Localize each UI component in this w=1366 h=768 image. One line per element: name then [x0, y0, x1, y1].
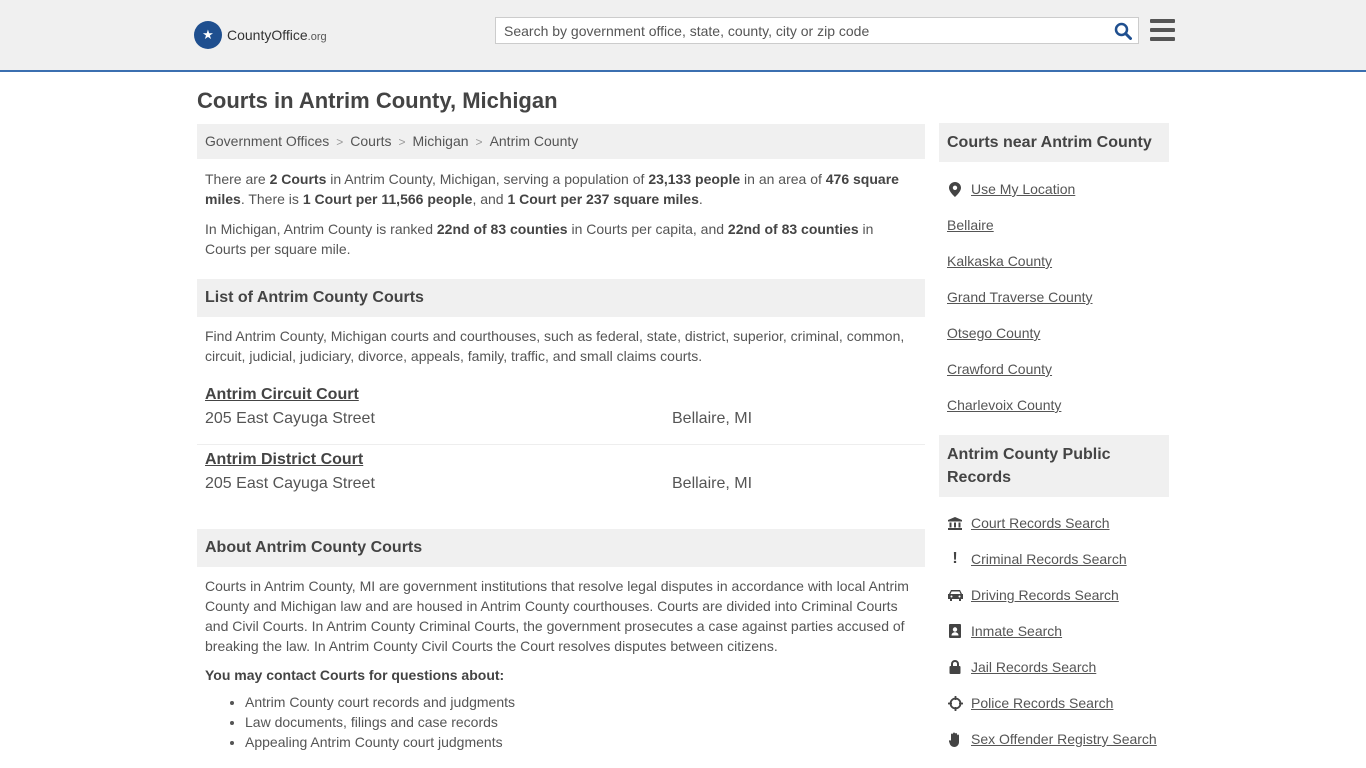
- sidebar: Courts near Antrim County Use My Locatio…: [939, 123, 1169, 757]
- list-item: Police Records Search: [939, 685, 1169, 721]
- breadcrumb-michigan[interactable]: Michigan: [413, 133, 469, 149]
- about-heading: About Antrim County Courts: [197, 529, 925, 567]
- court-list: Antrim Circuit Court 205 East Cayuga Str…: [197, 380, 925, 510]
- court-city: Bellaire, MI: [672, 410, 753, 427]
- site-logo[interactable]: ★ CountyOffice.org: [194, 20, 327, 50]
- intro-stats: There are 2 Courts in Antrim County, Mic…: [205, 171, 899, 207]
- courthouse-icon: [947, 516, 963, 530]
- about-text: Courts in Antrim County, MI are governme…: [205, 578, 909, 654]
- jail-records-search-link[interactable]: Jail Records Search: [971, 649, 1096, 685]
- list-item: Sex Offender Registry Search: [939, 721, 1169, 757]
- court-city: Bellaire, MI: [672, 475, 753, 492]
- sex-offender-registry-search-link[interactable]: Sex Offender Registry Search: [971, 721, 1157, 757]
- nearby-link-bellaire[interactable]: Bellaire: [947, 207, 994, 243]
- hamburger-menu-icon[interactable]: [1150, 19, 1175, 42]
- court-name-link[interactable]: Antrim District Court: [205, 451, 363, 469]
- use-my-location-link[interactable]: Use My Location: [971, 171, 1075, 207]
- nearby-link-kalkaska[interactable]: Kalkaska County: [947, 243, 1052, 279]
- logo-text: CountyOffice: [227, 27, 308, 43]
- public-records-heading: Antrim County Public Records: [939, 435, 1169, 497]
- search-bar: [495, 17, 1139, 44]
- list-item: Otsego County: [939, 315, 1169, 351]
- nearby-heading: Courts near Antrim County: [939, 123, 1169, 162]
- court-item: Antrim District Court 205 East Cayuga St…: [197, 445, 925, 510]
- list-item: Court Records Search: [939, 505, 1169, 541]
- list-item: ! Criminal Records Search: [939, 541, 1169, 577]
- police-records-search-link[interactable]: Police Records Search: [971, 685, 1113, 721]
- list-item: Crawford County: [939, 351, 1169, 387]
- court-list-description: Find Antrim County, Michigan courts and …: [205, 328, 905, 364]
- eagle-seal-icon: ★: [194, 21, 222, 49]
- search-input[interactable]: [496, 18, 1108, 43]
- crosshair-icon: [947, 695, 963, 711]
- list-item: Appealing Antrim County court judgments: [245, 732, 925, 752]
- inmate-search-link[interactable]: Inmate Search: [971, 613, 1062, 649]
- list-item: Bellaire: [939, 207, 1169, 243]
- map-pin-icon: [947, 181, 963, 197]
- id-badge-icon: [947, 624, 963, 638]
- driving-records-search-link[interactable]: Driving Records Search: [971, 577, 1119, 613]
- contact-topics-list: Antrim County court records and judgment…: [197, 692, 925, 752]
- site-header: ★ CountyOffice.org: [0, 0, 1366, 72]
- criminal-records-search-link[interactable]: Criminal Records Search: [971, 541, 1127, 577]
- lock-icon: [947, 660, 963, 674]
- main-content: Government Offices > Courts > Michigan > Antri…: [197, 124, 925, 752]
- list-item: Kalkaska County: [939, 243, 1169, 279]
- breadcrumb-antrim-county: Antrim County: [489, 133, 579, 149]
- list-item: Driving Records Search: [939, 577, 1169, 613]
- court-list-heading: List of Antrim County Courts: [197, 279, 925, 317]
- nearby-link-charlevoix[interactable]: Charlevoix County: [947, 387, 1061, 423]
- court-records-search-link[interactable]: Court Records Search: [971, 505, 1110, 541]
- list-item: Antrim County court records and judgment…: [245, 692, 925, 712]
- breadcrumb-separator-icon: >: [398, 135, 406, 149]
- intro-ranking: In Michigan, Antrim County is ranked 22n…: [205, 221, 874, 257]
- court-address: 205 East Cayuga Street: [205, 475, 375, 492]
- list-item: Use My Location: [939, 171, 1169, 207]
- breadcrumb-courts[interactable]: Courts: [350, 133, 391, 149]
- list-item: Charlevoix County: [939, 387, 1169, 423]
- list-item: Inmate Search: [939, 613, 1169, 649]
- nearby-list: Use My Location Bellaire Kalkaska County…: [939, 171, 1169, 423]
- page-title: Courts in Antrim County, Michigan: [197, 88, 558, 113]
- search-button[interactable]: [1108, 18, 1138, 43]
- list-item: Law documents, filings and case records: [245, 712, 925, 732]
- breadcrumb-separator-icon: >: [336, 135, 344, 149]
- contact-heading: You may contact Courts for questions abo…: [205, 667, 505, 683]
- breadcrumb-government-offices[interactable]: Government Offices: [205, 133, 329, 149]
- court-item: Antrim Circuit Court 205 East Cayuga Str…: [197, 380, 925, 445]
- logo-suffix: .org: [307, 31, 327, 43]
- nearby-link-crawford[interactable]: Crawford County: [947, 351, 1052, 387]
- list-item: Jail Records Search: [939, 649, 1169, 685]
- exclamation-icon: !: [952, 550, 958, 567]
- list-item: Grand Traverse County: [939, 279, 1169, 315]
- public-records-list: Court Records Search ! Criminal Records S…: [939, 505, 1169, 757]
- nearby-link-grand-traverse[interactable]: Grand Traverse County: [947, 279, 1093, 315]
- nearby-link-otsego[interactable]: Otsego County: [947, 315, 1040, 351]
- breadcrumb: Government Offices > Courts > Michigan > Antri…: [197, 124, 925, 159]
- breadcrumb-separator-icon: >: [475, 135, 483, 149]
- court-address: 205 East Cayuga Street: [205, 410, 375, 427]
- court-name-link[interactable]: Antrim Circuit Court: [205, 386, 359, 404]
- hand-icon: [947, 732, 963, 747]
- search-icon: [1114, 22, 1132, 40]
- car-icon: [947, 589, 963, 601]
